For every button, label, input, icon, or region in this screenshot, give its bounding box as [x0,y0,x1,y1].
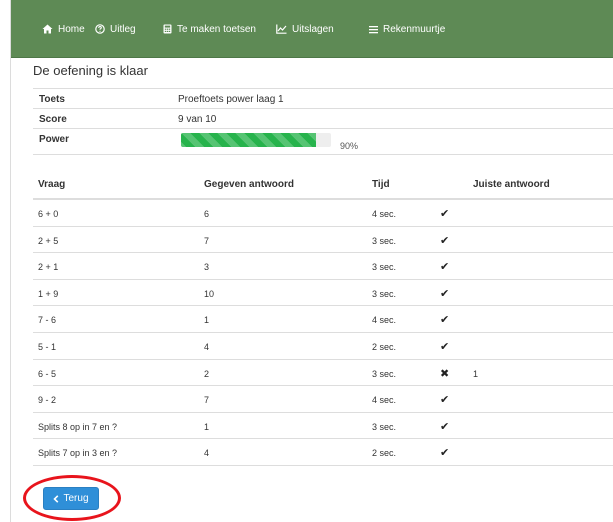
results-header-row: Vraag Gegeven antwoord Tijd Juiste antwo… [33,170,613,200]
time-cell: 2 sec. [372,341,397,352]
menu-icon [369,25,378,33]
table-row: 2 + 1 3 3 sec. ✔ [33,253,613,280]
nav-item-label: Home [58,23,85,35]
time-cell: 3 sec. [372,421,397,432]
question-cell: Splits 7 op in 3 en ? [38,448,118,459]
summary-row-power: Power 90% [33,129,613,155]
time-cell: 3 sec. [372,368,397,379]
time-cell: 4 sec. [372,395,397,406]
given-answer-cell: 1 [204,315,210,326]
time-cell: 3 sec. [372,288,397,299]
page-title: De oefening is klaar [33,63,148,78]
nav-item-home[interactable]: Home [42,0,85,58]
question-cell: 1 + 9 [38,288,59,299]
time-cell: 3 sec. [372,235,397,246]
calculator-icon [163,24,172,34]
check-icon: ✔ [440,394,450,407]
time-cell: 4 sec. [372,315,397,326]
given-answer-cell: 6 [204,209,210,219]
time-cell: 4 sec. [372,209,397,219]
time-cell: 3 sec. [372,262,397,273]
table-row: 5 - 1 4 2 sec. ✔ [33,333,613,360]
nav-item-te-maken-toetsen[interactable]: Te maken toetsen [163,0,256,58]
summary-table: Toets Proeftoets power laag 1 Score 9 va… [33,88,613,155]
nav-item-label: Uitleg [110,23,136,35]
question-cell: 7 - 6 [38,315,57,326]
header-tijd: Tijd [372,179,390,190]
header-vraag: Vraag [38,179,66,190]
question-cell: 5 - 1 [38,341,57,352]
given-answer-cell: 1 [204,421,210,432]
table-row: Splits 7 op in 3 en ? 4 2 sec. ✔ [33,439,613,466]
check-icon: ✔ [440,420,450,433]
check-icon: ✔ [440,234,450,247]
power-percent: 90% [340,141,359,151]
question-cell: 2 + 5 [38,235,59,246]
table-row: 1 + 9 10 3 sec. ✔ [33,280,613,307]
header-juiste-antwoord: Juiste antwoord [473,179,550,190]
question-cell: Splits 8 op in 7 en ? [38,421,118,432]
correct-answer-cell: 1 [473,368,479,379]
nav-item-uitslagen[interactable]: Uitslagen [276,0,334,58]
time-cell: 2 sec. [372,448,397,459]
table-row: 2 + 5 7 3 sec. ✔ [33,227,613,254]
given-answer-cell: 2 [204,368,210,379]
given-answer-cell: 3 [204,262,210,273]
top-navbar: Home Uitleg Te maken toetsen Uitslagen R… [11,0,613,58]
given-answer-cell: 7 [204,395,210,406]
given-answer-cell: 10 [204,288,215,299]
question-cell: 6 + 0 [38,209,59,219]
line-chart-icon [276,24,287,34]
given-answer-cell: 4 [204,448,210,459]
question-cell: 9 - 2 [38,395,57,406]
table-row: Splits 8 op in 7 en ? 1 3 sec. ✔ [33,413,613,440]
summary-row-toets: Toets Proeftoets power laag 1 [33,89,613,109]
question-circle-icon [95,24,105,34]
toets-label: Toets [39,94,65,105]
app-frame: Home Uitleg Te maken toetsen Uitslagen R… [10,0,613,522]
check-icon: ✔ [440,208,450,220]
table-row: 6 + 0 6 4 sec. ✔ [33,200,613,227]
score-label: Score [39,114,67,125]
back-button-label: Terug [63,493,89,504]
summary-row-score: Score 9 van 10 [33,109,613,129]
nav-item-label: Te maken toetsen [177,23,256,35]
power-progress-bar [181,133,331,147]
cross-icon: ✖ [440,367,450,380]
chevron-left-icon [53,494,59,503]
nav-item-label: Rekenmuurtje [383,23,446,35]
power-label: Power [39,134,70,145]
power-progress-fill [181,133,316,147]
back-button[interactable]: Terug [43,487,99,510]
question-cell: 6 - 5 [38,368,57,379]
results-table: Vraag Gegeven antwoord Tijd Juiste antwo… [33,170,613,466]
header-gegeven-antwoord: Gegeven antwoord [204,179,295,190]
results-body: 6 + 064 sec. ✔ 2 + 573 sec. ✔ 2 + 133 sec. ✔ 1… [33,200,613,466]
score-value: 9 van 10 [178,114,217,125]
given-answer-cell: 7 [204,235,210,246]
nav-item-rekenmuurtje[interactable]: Rekenmuurtje [369,0,445,58]
check-icon: ✔ [440,447,450,460]
question-cell: 2 + 1 [38,262,59,273]
given-answer-cell: 4 [204,341,210,352]
check-icon: ✔ [440,287,450,300]
nav-item-label: Uitslagen [292,23,334,35]
home-icon [42,24,53,34]
table-row: 9 - 2 7 4 sec. ✔ [33,386,613,413]
toets-value: Proeftoets power laag 1 [178,94,284,105]
check-icon: ✔ [440,340,450,353]
check-icon: ✔ [440,314,450,327]
table-row: 7 - 6 1 4 sec. ✔ [33,306,613,333]
nav-item-uitleg[interactable]: Uitleg [95,0,136,58]
table-row: 6 - 5 2 3 sec. ✖ 1 [33,360,613,387]
check-icon: ✔ [440,261,450,274]
